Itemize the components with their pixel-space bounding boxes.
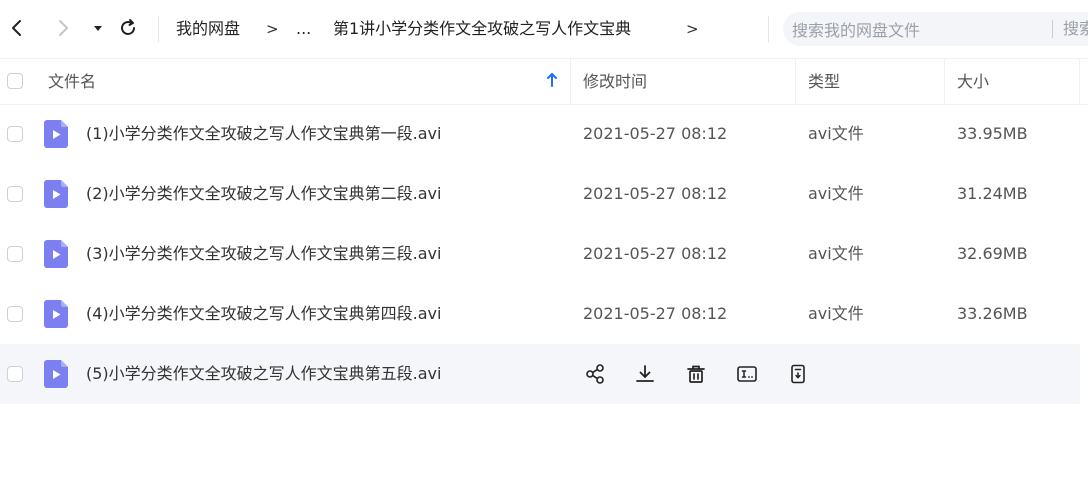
sort-arrow-up-icon[interactable] — [546, 72, 558, 92]
row-checkbox[interactable] — [7, 306, 23, 322]
rename-icon — [737, 366, 757, 382]
breadcrumb-root[interactable]: 我的网盘 — [176, 16, 240, 42]
column-divider[interactable] — [944, 59, 945, 104]
refresh-icon — [121, 19, 135, 35]
file-type: avi文件 — [808, 184, 864, 203]
video-file-icon — [44, 180, 68, 208]
column-header-modified[interactable]: 修改时间 — [583, 59, 647, 104]
file-name[interactable]: (2)小学分类作文全攻破之写人作文宝典第二段.avi — [86, 164, 441, 224]
back-button[interactable] — [4, 14, 30, 42]
search-input[interactable] — [790, 12, 1034, 48]
share-button[interactable] — [581, 360, 609, 388]
file-name[interactable]: (5)小学分类作文全攻破之写人作文宝典第五段.avi — [86, 344, 441, 404]
download-icon — [636, 365, 654, 382]
delete-button[interactable] — [682, 360, 710, 388]
breadcrumb-current[interactable]: 第1讲小学分类作文全攻破之写人作文宝典 — [333, 16, 631, 42]
refresh-button[interactable] — [115, 14, 141, 42]
column-header-type[interactable]: 类型 — [808, 59, 840, 104]
file-name[interactable]: (3)小学分类作文全攻破之写人作文宝典第三段.avi — [86, 224, 441, 284]
rename-button[interactable] — [733, 360, 761, 388]
row-checkbox[interactable] — [7, 186, 23, 202]
video-file-icon — [44, 120, 68, 148]
toolbar-divider — [768, 16, 769, 42]
file-size: 31.24MB — [957, 184, 1028, 203]
file-modified-time: 2021-05-27 08:12 — [583, 124, 728, 143]
table-row[interactable]: (1)小学分类作文全攻破之写人作文宝典第一段.avi 2021-05-27 08… — [0, 104, 1080, 164]
video-file-icon — [44, 240, 68, 268]
file-name[interactable]: (1)小学分类作文全攻破之写人作文宝典第一段.avi — [86, 104, 441, 164]
history-dropdown-button[interactable] — [85, 14, 111, 42]
share-icon — [586, 364, 604, 384]
file-type: avi文件 — [808, 244, 864, 263]
column-header-size[interactable]: 大小 — [957, 59, 989, 104]
row-checkbox[interactable] — [7, 126, 23, 142]
forward-button[interactable] — [50, 14, 76, 42]
file-size: 33.95MB — [957, 124, 1028, 143]
more-icon — [791, 364, 805, 384]
file-modified-time: 2021-05-27 08:12 — [583, 304, 728, 323]
chevron-left-icon — [12, 20, 21, 36]
toolbar: 我的网盘 > ... 第1讲小学分类作文全攻破之写人作文宝典 > 搜索 — [0, 0, 1088, 58]
select-all-checkbox[interactable] — [7, 73, 23, 89]
file-size: 33.26MB — [957, 304, 1028, 323]
search-button[interactable]: 搜索 — [1063, 12, 1088, 46]
file-name[interactable]: (4)小学分类作文全攻破之写人作文宝典第四段.avi — [86, 284, 441, 344]
table-row[interactable]: (5)小学分类作文全攻破之写人作文宝典第五段.avi — [0, 344, 1080, 404]
file-modified-time: 2021-05-27 08:12 — [583, 244, 728, 263]
table-header: 文件名 修改时间 类型 大小 — [0, 58, 1088, 105]
column-divider[interactable] — [570, 59, 571, 104]
caret-down-icon — [94, 26, 102, 31]
toolbar-divider — [158, 16, 159, 42]
file-size: 32.69MB — [957, 244, 1028, 263]
breadcrumb-separator: > — [266, 20, 279, 38]
breadcrumb-ellipsis[interactable]: ... — [296, 16, 311, 42]
file-type: avi文件 — [808, 124, 864, 143]
column-header-name[interactable]: 文件名 — [48, 59, 96, 104]
download-button[interactable] — [631, 360, 659, 388]
breadcrumb-separator: > — [686, 20, 699, 38]
table-row[interactable]: (3)小学分类作文全攻破之写人作文宝典第三段.avi 2021-05-27 08… — [0, 224, 1080, 284]
chevron-right-icon — [59, 20, 68, 36]
table-row[interactable]: (2)小学分类作文全攻破之写人作文宝典第二段.avi 2021-05-27 08… — [0, 164, 1080, 224]
more-button[interactable] — [784, 360, 812, 388]
video-file-icon — [44, 300, 68, 328]
table-row[interactable]: (4)小学分类作文全攻破之写人作文宝典第四段.avi 2021-05-27 08… — [0, 284, 1080, 344]
column-divider[interactable] — [795, 59, 796, 104]
search-divider — [1052, 20, 1053, 38]
file-type: avi文件 — [808, 304, 864, 323]
search-box: 搜索 — [783, 12, 1088, 48]
row-checkbox[interactable] — [7, 366, 23, 382]
file-modified-time: 2021-05-27 08:12 — [583, 184, 728, 203]
video-file-icon — [44, 360, 68, 388]
column-divider[interactable] — [1079, 59, 1080, 104]
delete-icon — [687, 365, 705, 383]
row-checkbox[interactable] — [7, 246, 23, 262]
